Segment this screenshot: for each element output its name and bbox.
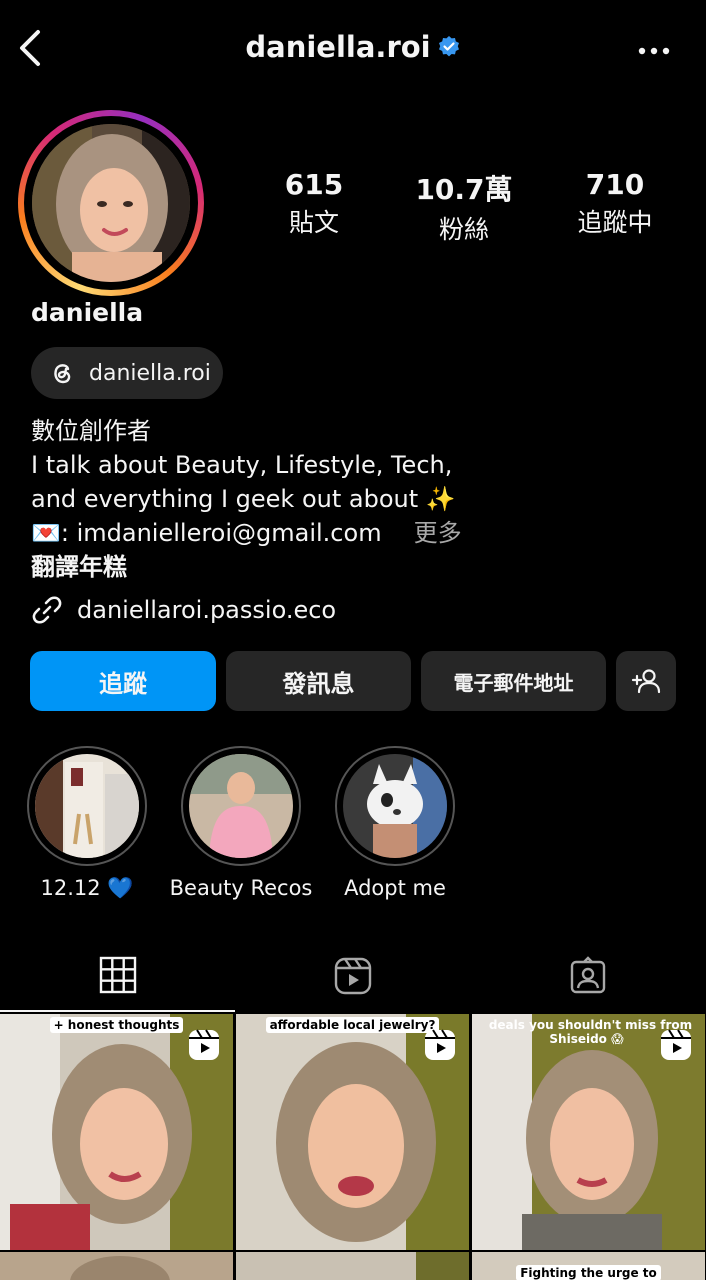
stat-followers[interactable]: 10.7萬 粉絲	[394, 168, 534, 246]
post-tile[interactable]	[0, 1252, 233, 1280]
message-button[interactable]: 發訊息	[226, 651, 411, 711]
avatar-frame	[24, 116, 198, 290]
posts-count: 615	[284, 168, 344, 201]
following-count: 710	[585, 168, 645, 201]
highlight-label: Beauty Recos	[169, 876, 313, 900]
highlight-item[interactable]: Adopt me	[320, 746, 470, 900]
highlight-label: 12.12 💙	[40, 876, 134, 900]
reel-icon	[425, 1029, 455, 1060]
highlight-cover	[35, 754, 139, 858]
threads-badge[interactable]: daniella.roi	[31, 347, 223, 399]
more-options-button[interactable]	[638, 42, 670, 55]
verified-badge-icon	[438, 36, 459, 57]
external-link[interactable]: daniellaroi.passio.eco	[31, 594, 336, 626]
highlight-cover-image	[35, 754, 139, 858]
post-tile[interactable]	[236, 1252, 469, 1280]
post-thumbnail	[236, 1252, 469, 1280]
post-tile[interactable]: + honest thoughts	[0, 1014, 233, 1250]
translate-link[interactable]: 翻譯年糕	[31, 550, 681, 584]
more-horizontal-icon	[638, 47, 670, 55]
post-caption-text: Fighting the urge to	[516, 1265, 661, 1280]
post-thumbnail	[0, 1252, 233, 1280]
post-tile[interactable]: deals you shouldn't miss from Shiseido 😱	[472, 1014, 705, 1250]
grid-icon	[99, 956, 136, 994]
suggest-accounts-button[interactable]	[616, 651, 676, 711]
reels-icon	[334, 957, 371, 995]
posts-label: 貼文	[288, 208, 339, 237]
following-label: 追蹤中	[577, 208, 653, 237]
highlight-label: Adopt me	[344, 876, 446, 900]
add-person-icon	[631, 669, 661, 694]
post-tile[interactable]: Fighting the urge to	[472, 1252, 705, 1280]
tab-grid[interactable]	[0, 940, 235, 1012]
bio-line-3-wrap: 💌: imdanielleroi@gmail.com 更多	[31, 516, 681, 550]
post-caption-text: affordable local jewelry?	[265, 1017, 440, 1033]
threads-icon	[54, 364, 71, 384]
highlight-ring	[181, 746, 301, 866]
followers-label: 粉絲	[438, 215, 489, 244]
reel-icon	[661, 1029, 691, 1060]
stat-posts[interactable]: 615 貼文	[244, 168, 384, 239]
reel-icon	[189, 1029, 219, 1060]
bio-more-link[interactable]: 更多	[414, 519, 462, 547]
link-text: daniellaroi.passio.eco	[77, 596, 337, 624]
highlight-item[interactable]: 12.12 💙	[12, 746, 162, 901]
bio-email: 💌: imdanielleroi@gmail.com	[31, 519, 382, 547]
profile-title: daniella.roi	[0, 28, 706, 64]
followers-count: 10.7萬	[415, 173, 513, 206]
highlight-ring	[27, 746, 147, 866]
tab-reels[interactable]	[235, 940, 470, 1012]
tab-tagged[interactable]	[470, 940, 705, 1012]
highlight-ring	[335, 746, 455, 866]
highlight-item[interactable]: Beauty Recos	[166, 746, 316, 900]
follow-button[interactable]: 追蹤	[30, 651, 216, 711]
display-name: daniella	[31, 298, 144, 327]
post-tile[interactable]: affordable local jewelry?	[236, 1014, 469, 1250]
bio: 數位創作者 I talk about Beauty, Lifestyle, Te…	[31, 414, 681, 584]
highlight-cover-image	[343, 754, 447, 858]
threads-handle: daniella.roi	[89, 360, 211, 386]
highlight-cover-image	[189, 754, 293, 858]
bio-line-2: and everything I geek out about ✨	[31, 485, 456, 513]
email-button[interactable]: 電子郵件地址	[421, 651, 606, 711]
avatar	[32, 124, 190, 282]
highlight-cover	[189, 754, 293, 858]
top-bar: daniella.roi	[0, 0, 706, 96]
story-ring[interactable]	[18, 110, 204, 296]
link-icon	[32, 596, 62, 624]
bio-category: 數位創作者	[31, 417, 151, 445]
bio-line-1: I talk about Beauty, Lifestyle, Tech,	[31, 451, 453, 479]
username-title: daniella.roi	[245, 30, 431, 64]
highlight-cover	[343, 754, 447, 858]
tagged-person-icon	[570, 956, 605, 994]
avatar-portrait	[32, 124, 190, 282]
post-caption-text: + honest thoughts	[49, 1017, 184, 1033]
post-caption: Fighting the urge to	[472, 1265, 705, 1280]
stat-following[interactable]: 710 追蹤中	[545, 168, 685, 239]
